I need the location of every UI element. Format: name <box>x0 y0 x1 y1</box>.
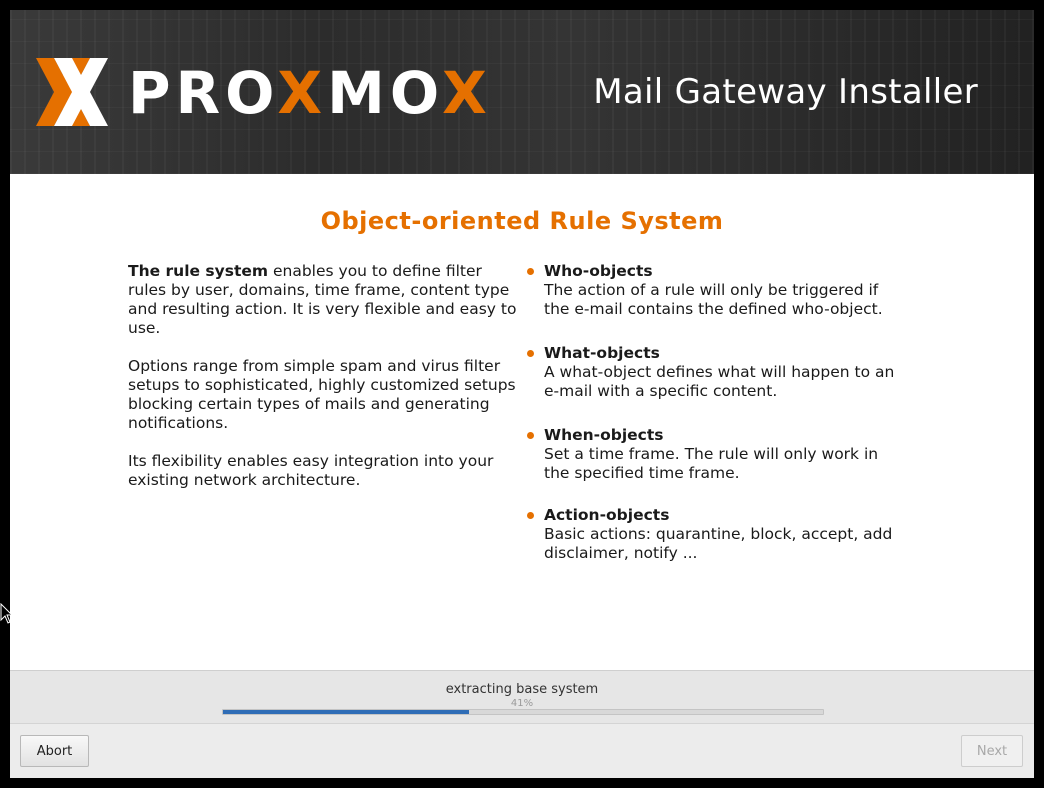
abort-button[interactable]: Abort <box>20 735 89 767</box>
feature-description: Set a time frame. The rule will only wor… <box>544 445 879 482</box>
flexibility-paragraph: Its flexibility enables easy integration… <box>128 452 494 489</box>
bullet-icon <box>527 512 534 519</box>
feature-title: Who-objects <box>544 262 653 280</box>
feature-item: When-objects Set a time frame. The rule … <box>526 426 906 483</box>
feature-title: What-objects <box>544 344 660 362</box>
progress-fill <box>223 710 469 714</box>
feature-title: When-objects <box>544 426 664 444</box>
svg-text:PROXMOX: PROXMOX <box>128 63 492 119</box>
progress-section: extracting base system 41% <box>10 670 1034 724</box>
product-title: Mail Gateway Installer <box>593 72 978 112</box>
page-title: Object-oriented Rule System <box>320 207 724 235</box>
header-banner: PROXMOX Mail Gateway Installer <box>10 10 1034 174</box>
bullet-icon <box>527 432 534 439</box>
progress-status: extracting base system <box>445 682 599 697</box>
options-paragraph: Options range from simple spam and virus… <box>128 357 516 432</box>
description-column: The rule system enables you to define fi… <box>128 262 520 509</box>
feature-item: What-objects A what-object defines what … <box>526 344 906 401</box>
progress-percent: 41% <box>510 698 534 709</box>
button-bar: Abort Next <box>10 723 1034 778</box>
intro-bold: The rule system <box>128 262 269 280</box>
proxmox-wordmark: PROXMOX <box>128 63 492 119</box>
bullet-icon <box>527 350 534 357</box>
feature-description: The action of a rule will only be trigge… <box>544 281 883 318</box>
feature-item: Action-objects Basic actions: quarantine… <box>526 506 906 563</box>
feature-description: A what-object defines what will happen t… <box>544 363 895 400</box>
mouse-pointer-icon <box>0 603 14 624</box>
feature-item: Who-objects The action of a rule will on… <box>526 262 906 319</box>
progress-bar <box>222 709 824 715</box>
bullet-icon <box>527 268 534 275</box>
proxmox-logo-icon <box>36 58 108 126</box>
installer-window: PROXMOX Mail Gateway Installer Object-or… <box>10 10 1034 778</box>
feature-description: Basic actions: quarantine, block, accept… <box>544 525 893 562</box>
intro-paragraph: The rule system enables you to define fi… <box>128 262 520 338</box>
next-button[interactable]: Next <box>961 735 1023 767</box>
feature-title: Action-objects <box>544 506 670 524</box>
feature-list: Who-objects The action of a rule will on… <box>526 262 906 563</box>
